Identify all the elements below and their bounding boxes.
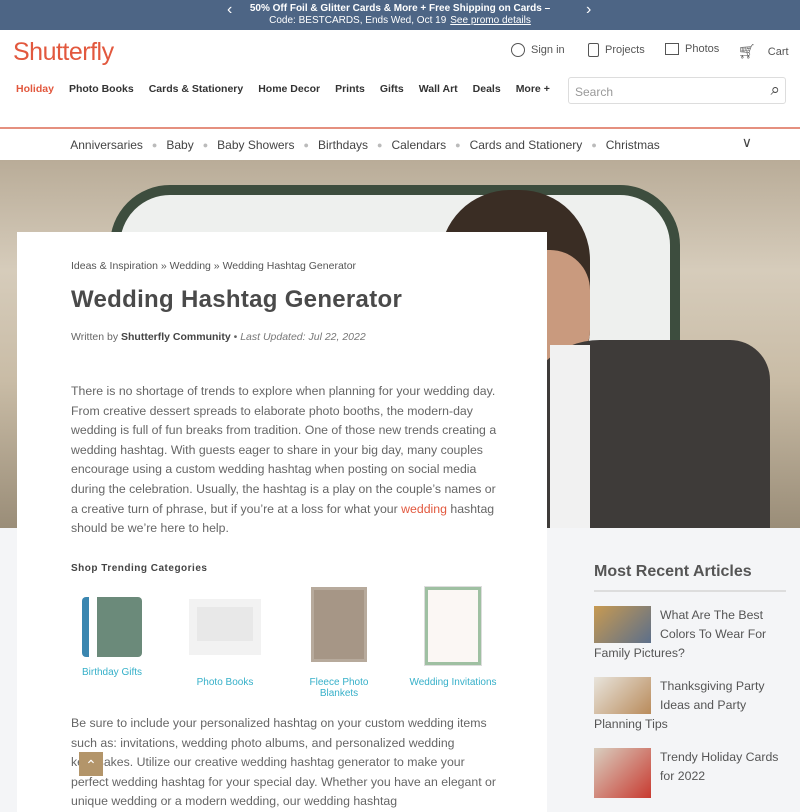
nav-home-decor[interactable]: Home Decor — [258, 83, 320, 95]
product-label: Fleece Photo Blankets — [309, 677, 369, 699]
product-fleece-blankets[interactable]: Fleece Photo Blankets — [289, 587, 389, 699]
written-by: Written by — [71, 331, 119, 343]
sign-in-label: Sign in — [531, 44, 565, 56]
article-card: Ideas & Inspiration » Wedding » Wedding … — [17, 232, 547, 812]
search-input[interactable]: Search ⌕ — [568, 77, 786, 104]
category-bar: Anniversaries ● Baby ● Baby Showers ● Birth… — [0, 129, 800, 160]
updated-date: Last Updated: Jul 22, 2022 — [240, 331, 366, 343]
nav-wall-art[interactable]: Wall Art — [419, 83, 458, 95]
photos-label: Photos — [685, 43, 720, 55]
author[interactable]: Shutterfly Community — [121, 331, 231, 343]
breadcrumb[interactable]: Ideas & Inspiration » Wedding » Wedding … — [71, 260, 356, 272]
separator: • — [230, 331, 241, 343]
category-birthdays[interactable]: Birthdays — [318, 138, 368, 152]
recent-articles-heading: Most Recent Articles — [594, 563, 786, 592]
separator: ● — [591, 139, 597, 150]
shop-heading: Shop Trending Categories — [71, 563, 208, 574]
category-baby[interactable]: Baby — [166, 138, 193, 152]
photos-link[interactable]: Photos — [665, 43, 719, 55]
user-icon — [511, 43, 525, 57]
separator: ● — [151, 139, 158, 150]
mug-image — [82, 597, 142, 657]
image-icon — [665, 43, 679, 55]
product-wedding-invitations[interactable]: Wedding Invitations — [403, 586, 503, 688]
chevron-down-icon[interactable]: ∨ — [742, 134, 752, 151]
blanket-image — [311, 587, 367, 662]
nav-photo-books[interactable]: Photo Books — [69, 83, 134, 95]
recent-articles: Most Recent Articles What Are The Best C… — [594, 563, 786, 798]
article-thumbnail — [594, 677, 651, 714]
page-title: Wedding Hashtag Generator — [71, 286, 403, 313]
cart-link[interactable]: 🛒︎ Cart — [738, 43, 789, 60]
article-thumbnail — [594, 748, 651, 798]
site-header: Shutterfly Sign in Projects Photos 🛒︎ Car… — [0, 30, 800, 139]
wedding-link[interactable]: wedding — [401, 502, 447, 516]
shutterfly-logo[interactable]: Shutterfly — [13, 38, 114, 67]
recent-article[interactable]: Thanksgiving Party Ideas and Party Plann… — [594, 677, 786, 734]
hero-figure — [550, 345, 590, 528]
nav-holiday[interactable]: Holiday — [16, 83, 54, 95]
projects-link[interactable]: Projects — [588, 43, 645, 57]
nav-prints[interactable]: Prints — [335, 83, 365, 95]
cart-label: Cart — [767, 45, 789, 58]
projects-label: Projects — [605, 44, 645, 56]
product-label: Photo Books — [196, 677, 254, 688]
byline: Written by Shutterfly Community • Last U… — [71, 331, 366, 343]
category-calendars[interactable]: Calendars — [391, 138, 446, 152]
nav-gifts[interactable]: Gifts — [380, 83, 404, 95]
promo-details-link[interactable]: See promo details — [450, 15, 531, 26]
back-to-top-button[interactable]: ⌃ — [79, 752, 103, 776]
nav-deals[interactable]: Deals — [473, 83, 501, 95]
article-thumbnail — [594, 606, 651, 643]
separator: ● — [377, 139, 383, 150]
cart-icon: 🛒︎ — [738, 43, 756, 59]
intro-paragraph: There is no shortage of trends to explor… — [71, 382, 501, 539]
separator: ● — [303, 139, 309, 150]
second-paragraph: Be sure to include your personalized has… — [71, 716, 496, 809]
article-title[interactable]: Trendy Holiday Cards for 2022 — [660, 750, 778, 783]
category-anniversaries[interactable]: Anniversaries — [70, 138, 143, 152]
promo-banner: ‹ 50% Off Foil & Glitter Cards & More + … — [0, 0, 800, 30]
product-label: Wedding Invitations — [409, 677, 497, 688]
product-photo-books[interactable]: Photo Books — [175, 587, 275, 688]
promo-prev-arrow[interactable]: ‹ — [227, 2, 232, 18]
recent-article[interactable]: Trendy Holiday Cards for 2022 — [594, 748, 786, 798]
promo-code: Code: BESTCARDS, Ends Wed, Oct 19 — [269, 15, 447, 26]
category-baby-showers[interactable]: Baby Showers — [217, 138, 294, 152]
intro-text: There is no shortage of trends to explor… — [71, 384, 497, 516]
promo-headline: 50% Off Foil & Glitter Cards & More + Fr… — [249, 3, 551, 14]
photo-book-image — [189, 599, 261, 655]
search-icon[interactable]: ⌕ — [770, 80, 780, 100]
category-christmas[interactable]: Christmas — [606, 138, 660, 152]
sign-in-link[interactable]: Sign in — [511, 43, 565, 57]
product-label: Birthday Gifts — [81, 667, 143, 678]
nav-cards-stationery[interactable]: Cards & Stationery — [149, 83, 244, 95]
separator: ● — [202, 139, 209, 150]
nav-more[interactable]: More + — [516, 83, 550, 95]
clipboard-icon — [588, 43, 599, 57]
category-cards-stationery[interactable]: Cards and Stationery — [470, 138, 583, 152]
promo-next-arrow[interactable]: › — [586, 2, 591, 18]
invitation-image — [424, 586, 482, 666]
search-placeholder: Search — [575, 85, 614, 99]
separator: ● — [455, 139, 461, 150]
recent-article[interactable]: What Are The Best Colors To Wear For Fam… — [594, 606, 786, 663]
product-birthday-gifts[interactable]: Birthday Gifts — [62, 587, 162, 678]
main-nav: Holiday Photo Books Cards & Stationery H… — [16, 83, 550, 95]
